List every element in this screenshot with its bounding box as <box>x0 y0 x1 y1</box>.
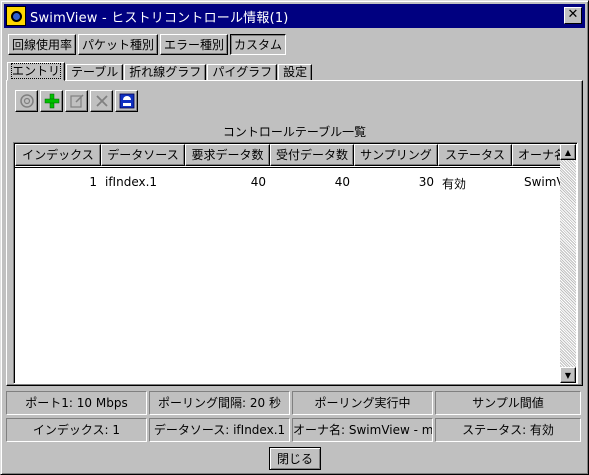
status-bar-row-1: ポート1: 10 Mbps ポーリング間隔: 20 秒 ポーリング実行中 サンプ… <box>6 391 583 415</box>
tab-entry-label: エントリ <box>10 63 62 79</box>
delete-entry-button[interactable] <box>90 90 113 112</box>
column-header-requested-count[interactable]: 要求データ数 <box>185 144 270 166</box>
status-index: インデックス: 1 <box>6 418 147 442</box>
cell-data-source: ifIndex.1 <box>105 175 158 189</box>
scroll-up-arrow-icon[interactable]: ▲ <box>560 144 576 160</box>
table-caption: コントロールテーブル一覧 <box>222 125 367 139</box>
edit-entry-button[interactable] <box>65 90 88 112</box>
status-bar-row-2: インデックス: 1 データソース: ifIndex.1 オーナ名: SwimVi… <box>6 418 583 442</box>
tab-entry[interactable]: エントリ <box>7 62 66 81</box>
toggle-packet-type[interactable]: パケット種別 <box>78 34 159 55</box>
table-row[interactable]: 1 ifIndex.1 40 40 30 有効 SwimView - morio <box>15 175 562 195</box>
tab-settings[interactable]: 設定 <box>278 64 313 81</box>
status-owner: オーナ名: SwimView - morio <box>292 418 433 442</box>
view-mode-toggles: 回線使用率 パケット種別 エラー種別 カスタム <box>8 34 288 55</box>
scroll-down-arrow-icon[interactable]: ▼ <box>560 367 576 383</box>
column-header-sampling[interactable]: サンプリング <box>354 144 438 166</box>
save-entry-button[interactable] <box>115 90 138 112</box>
column-header-accepted-count[interactable]: 受付データ数 <box>270 144 354 166</box>
toggle-line-usage[interactable]: 回線使用率 <box>8 34 77 55</box>
tab-table[interactable]: テーブル <box>66 64 124 81</box>
column-header-owner[interactable]: オーナ名 <box>512 144 562 166</box>
close-window-button[interactable]: ✕ <box>564 7 582 24</box>
dialog-window: SwimView - ヒストリコントロール情報(1) ✕ 回線使用率 パケット種… <box>0 0 589 475</box>
entry-tab-panel: コントロールテーブル一覧 インデックス データソース 要求データ数 受付データ数… <box>6 80 583 386</box>
vertical-scrollbar[interactable]: ▲ ▼ <box>560 144 576 383</box>
control-table: インデックス データソース 要求データ数 受付データ数 サンプリング ステータス… <box>13 142 578 384</box>
close-dialog-button[interactable]: 閉じる <box>269 447 321 470</box>
edit-icon <box>69 94 84 108</box>
refresh-button[interactable] <box>15 90 38 112</box>
window-title: SwimView - ヒストリコントロール情報(1) <box>30 10 289 26</box>
status-polling-interval: ポーリング間隔: 20 秒 <box>149 391 290 415</box>
column-header-data-source[interactable]: データソース <box>101 144 185 166</box>
title-bar[interactable]: SwimView - ヒストリコントロール情報(1) ✕ <box>4 4 585 28</box>
column-header-status[interactable]: ステータス <box>438 144 512 166</box>
add-icon <box>44 93 59 109</box>
status-sample-interval: サンプル間値 <box>435 391 581 415</box>
toggle-error-type[interactable]: エラー種別 <box>160 34 229 55</box>
column-header-index[interactable]: インデックス <box>15 144 101 166</box>
delete-icon <box>95 95 108 107</box>
save-icon <box>119 93 134 109</box>
tab-line-graph[interactable]: 折れ線グラフ <box>124 64 207 81</box>
status-data-source: データソース: ifIndex.1 <box>149 418 290 442</box>
status-entry-status: ステータス: 有効 <box>435 418 581 442</box>
cell-status: 有効 <box>442 177 467 191</box>
toggle-custom[interactable]: カスタム <box>230 34 287 55</box>
add-entry-button[interactable] <box>40 90 63 112</box>
cell-sampling: 30 <box>418 175 434 189</box>
table-header-row: インデックス データソース 要求データ数 受付データ数 サンプリング ステータス… <box>15 144 562 166</box>
cell-owner: SwimView - morio <box>524 175 562 189</box>
status-polling-state: ポーリング実行中 <box>292 391 433 415</box>
refresh-icon <box>19 94 34 108</box>
tab-strip: エントリ テーブル 折れ線グラフ パイグラフ 設定 <box>7 62 313 81</box>
status-port: ポート1: 10 Mbps <box>6 391 147 415</box>
swimview-app-icon <box>6 6 26 26</box>
table-body: 1 ifIndex.1 40 40 30 有効 SwimView - morio <box>15 167 562 383</box>
toolbar <box>15 90 140 112</box>
cell-index: 1 <box>89 175 97 189</box>
cell-requested-count: 40 <box>250 175 266 189</box>
tab-pie-graph[interactable]: パイグラフ <box>207 64 278 81</box>
cell-accepted-count: 40 <box>334 175 350 189</box>
